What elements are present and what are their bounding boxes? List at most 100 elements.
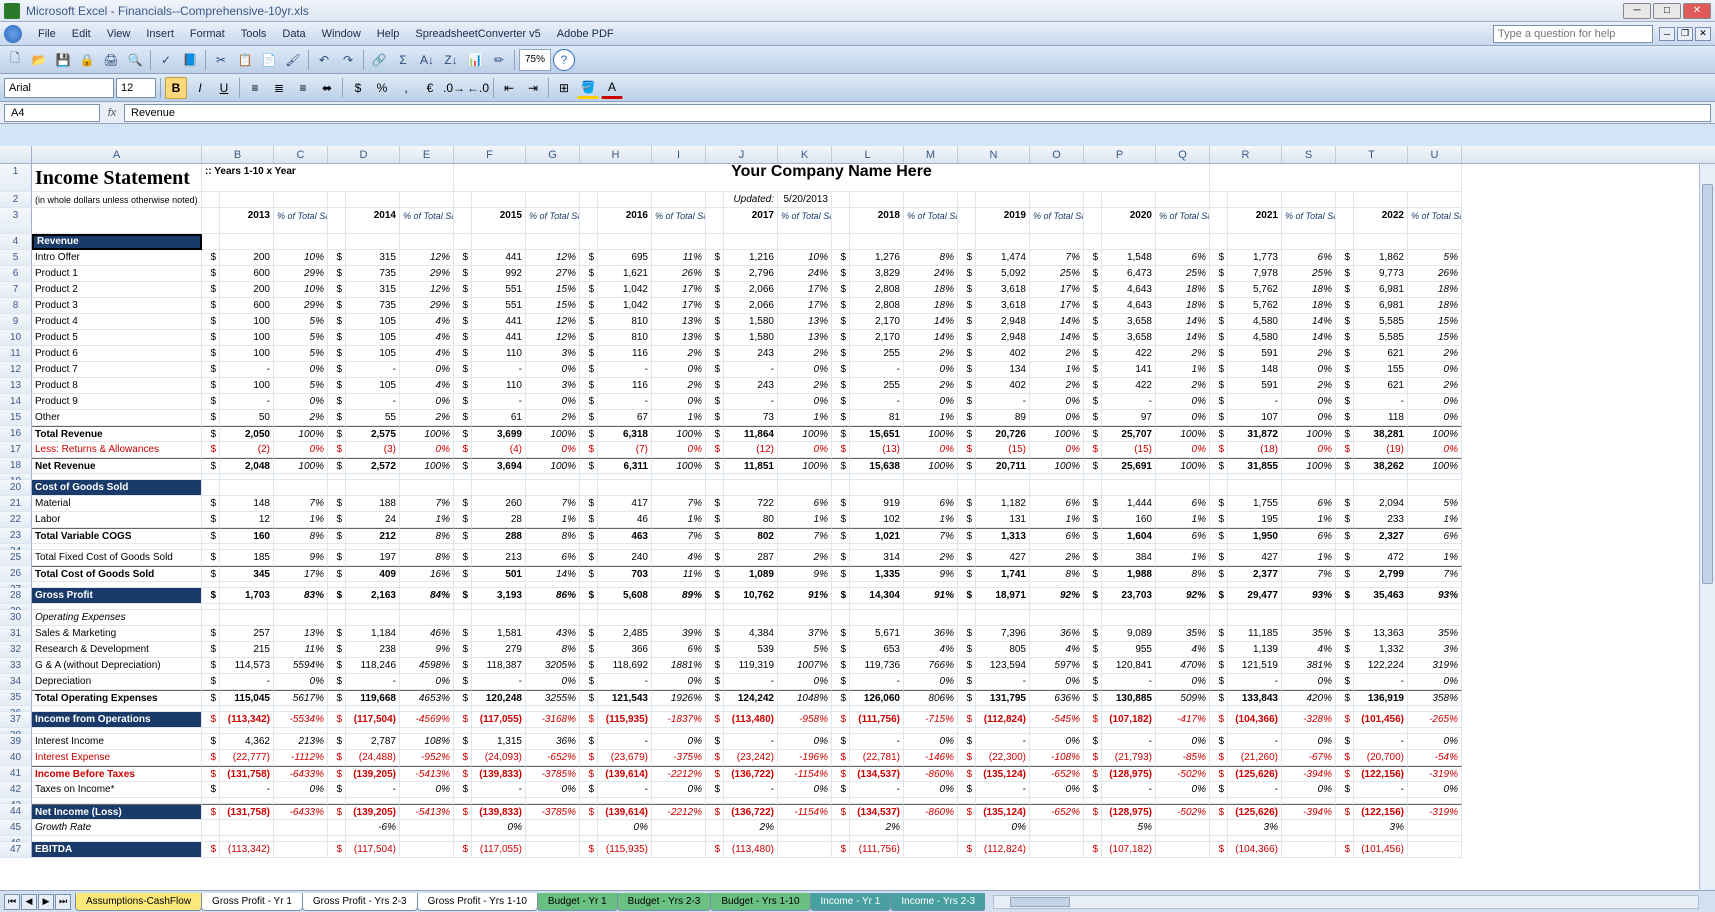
percent-icon[interactable]: % [371,77,393,99]
cell[interactable]: (115,935) [598,842,652,858]
cell[interactable]: 0% [274,362,328,378]
cell[interactable]: 4% [1282,642,1336,658]
cell[interactable] [1354,480,1408,496]
cell[interactable]: 2020 [1102,208,1156,234]
cell[interactable]: -5413% [400,804,454,820]
cell[interactable]: Labor [32,512,202,528]
cell[interactable] [1354,192,1408,208]
column-header[interactable]: M [904,146,958,163]
cell[interactable]: 0% [1282,410,1336,426]
cell[interactable] [1156,610,1210,626]
tab-next-button[interactable]: ▶ [38,894,54,910]
zoom-select[interactable]: 75% [519,49,551,71]
cell[interactable]: $ [202,750,220,766]
cell[interactable]: 2017 [724,208,778,234]
cell[interactable]: (15) [1102,442,1156,458]
cell[interactable]: 735 [346,266,400,282]
cell[interactable] [328,820,346,836]
cell[interactable]: -3168% [526,712,580,728]
cell[interactable]: $ [580,378,598,394]
cell[interactable]: 2,048 [220,458,274,474]
cell[interactable]: -1837% [652,712,706,728]
cell[interactable]: Less: Returns & Allowances [32,442,202,458]
cell[interactable]: $ [328,314,346,330]
cell[interactable]: 25,691 [1102,458,1156,474]
cell[interactable]: $ [1336,378,1354,394]
cell[interactable]: Operating Expenses [32,610,202,626]
cell[interactable]: 2,163 [346,588,400,604]
cell[interactable]: 735 [346,298,400,314]
cell[interactable] [652,610,706,626]
cell[interactable]: 12% [526,314,580,330]
cell[interactable]: - [346,362,400,378]
cell[interactable]: $ [202,690,220,706]
cell[interactable]: $ [958,410,976,426]
cell[interactable]: -2212% [652,766,706,782]
cell[interactable]: 4,580 [1228,330,1282,346]
cell[interactable]: 11% [652,566,706,582]
cell[interactable]: Total Revenue [32,426,202,442]
cell[interactable]: % of Total Sales [526,208,580,234]
cell[interactable]: - [1102,674,1156,690]
cell[interactable]: $ [202,642,220,658]
row-header[interactable]: 30 [0,610,32,626]
cell[interactable]: 1% [1408,512,1462,528]
font-size-select[interactable] [116,78,156,98]
cell[interactable]: -417% [1156,712,1210,728]
cell[interactable]: $ [1336,766,1354,782]
cell[interactable]: 4% [652,550,706,566]
cell[interactable]: $ [202,394,220,410]
cell[interactable]: 18% [1282,282,1336,298]
cell[interactable]: $ [328,496,346,512]
cell[interactable] [346,192,400,208]
cell[interactable]: $ [1336,426,1354,442]
cell[interactable]: (139,614) [598,766,652,782]
cell[interactable] [472,234,526,250]
cell[interactable] [1156,234,1210,250]
cell[interactable]: - [598,394,652,410]
cell[interactable]: 10% [274,250,328,266]
cell[interactable]: $ [1084,842,1102,858]
cell[interactable] [1210,610,1228,626]
cell[interactable]: 3,829 [850,266,904,282]
cell[interactable]: 287 [724,550,778,566]
cell[interactable]: 427 [1228,550,1282,566]
cell[interactable]: 3,658 [1102,314,1156,330]
cell[interactable]: 100 [220,378,274,394]
cell[interactable]: $ [1084,330,1102,346]
cell[interactable]: $ [580,658,598,674]
cell[interactable]: % of Total Sales [652,208,706,234]
cell[interactable]: 120,841 [1102,658,1156,674]
cell[interactable]: Gross Profit [32,588,202,604]
cell[interactable]: (136,722) [724,766,778,782]
cell[interactable] [778,610,832,626]
cell[interactable]: 1% [1156,512,1210,528]
cell[interactable]: $ [832,804,850,820]
cell[interactable]: 260 [472,496,526,512]
cell[interactable]: 25% [1156,266,1210,282]
cell[interactable]: 2% [724,820,778,836]
cell[interactable]: 600 [220,266,274,282]
cell[interactable] [328,610,346,626]
increase-indent-icon[interactable]: ⇥ [522,77,544,99]
cell[interactable]: 13% [652,314,706,330]
align-left-icon[interactable]: ≡ [244,77,266,99]
office-orb-icon[interactable] [4,25,22,43]
cell[interactable]: $ [328,674,346,690]
cell[interactable]: 0% [904,394,958,410]
cell[interactable]: $ [580,346,598,362]
cell[interactable]: 17% [1030,298,1084,314]
cell[interactable] [526,192,580,208]
cell[interactable]: $ [958,314,976,330]
cell[interactable]: - [472,674,526,690]
cell[interactable]: 955 [1102,642,1156,658]
cell[interactable] [1408,234,1462,250]
cell[interactable]: $ [454,674,472,690]
cell[interactable]: 5,762 [1228,298,1282,314]
cell[interactable]: 1,315 [472,734,526,750]
cell[interactable]: 46% [400,626,454,642]
cell[interactable]: 12% [400,282,454,298]
cell[interactable]: 279 [472,642,526,658]
cell[interactable]: 3,658 [1102,330,1156,346]
cell[interactable]: 9,089 [1102,626,1156,642]
